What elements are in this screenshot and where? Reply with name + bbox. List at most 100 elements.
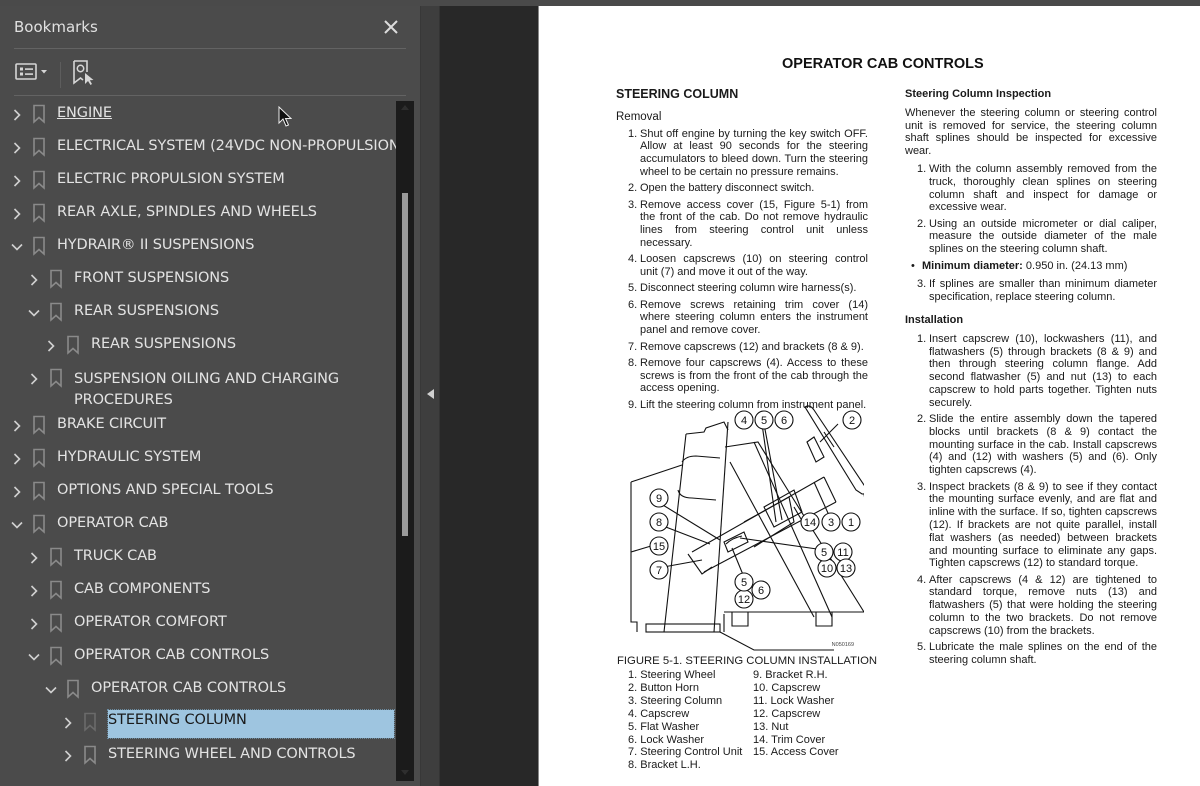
bookmark-item[interactable]: OPERATOR COMFORT <box>0 608 396 641</box>
chevron-right-icon[interactable] <box>61 716 75 730</box>
bookmark-label[interactable]: OPERATOR COMFORT <box>74 614 227 630</box>
bookmark-label[interactable]: OPERATOR CAB CONTROLS <box>91 680 286 696</box>
bookmark-item[interactable]: HYDRAIR® II SUSPENSIONS <box>0 231 396 264</box>
legend-item: 12. Capscrew <box>753 707 821 720</box>
chevron-down-icon[interactable] <box>27 306 41 320</box>
chevron-right-icon[interactable] <box>10 108 24 122</box>
callout-number: 11 <box>837 547 848 559</box>
bookmark-label[interactable]: ELECTRICAL SYSTEM (24VDC NON-PROPULSION) <box>57 138 396 154</box>
chevron-right-icon[interactable] <box>10 207 24 221</box>
inspection-steps-continued: 3. If splines are smaller than minimum di… <box>917 278 1157 304</box>
chevron-right-icon[interactable] <box>10 174 24 188</box>
options-menu-button[interactable] <box>14 58 52 86</box>
bookmark-item[interactable]: ELECTRICAL SYSTEM (24VDC NON-PROPULSION) <box>0 132 396 165</box>
bookmark-item[interactable]: OPERATOR CAB CONTROLS <box>0 674 396 707</box>
bookmark-label[interactable]: HYDRAULIC SYSTEM <box>57 449 201 465</box>
chevron-right-icon[interactable] <box>27 372 41 386</box>
bookmark-item[interactable]: CAB COMPONENTS <box>0 575 396 608</box>
bookmark-icon <box>84 712 96 732</box>
bookmark-item[interactable]: HYDRAULIC SYSTEM <box>0 443 396 476</box>
callout-number: 13 <box>840 563 852 575</box>
collapse-panel-arrow-icon[interactable] <box>427 389 434 399</box>
chevron-down-icon[interactable] <box>10 240 24 254</box>
step-item: 5. Disconnect steering column wire harnes… <box>628 282 868 295</box>
panel-splitter[interactable] <box>420 6 440 786</box>
chevron-right-icon[interactable] <box>10 141 24 155</box>
step-text: Open the battery disconnect switch. <box>640 182 815 195</box>
bookmark-item[interactable]: OPTIONS AND SPECIAL TOOLS <box>0 476 396 509</box>
chevron-right-icon[interactable] <box>27 617 41 631</box>
close-icon <box>384 20 398 34</box>
bookmark-label[interactable]: OPERATOR CAB <box>57 515 168 531</box>
bookmark-item[interactable]: BRAKE CIRCUIT <box>0 410 396 443</box>
figure-id: N050169 <box>831 642 854 648</box>
bookmark-label[interactable]: FRONT SUSPENSIONS <box>74 270 229 286</box>
chevron-right-icon[interactable] <box>27 584 41 598</box>
bookmark-item[interactable]: TRUCK CAB <box>0 542 396 575</box>
bookmark-label[interactable]: REAR SUSPENSIONS <box>74 303 219 319</box>
scrollbar-thumb[interactable] <box>402 193 408 536</box>
legend-item: 13. Nut <box>753 720 789 733</box>
bookmark-label[interactable]: REAR SUSPENSIONS <box>91 336 236 352</box>
bookmark-label[interactable]: STEERING WHEEL AND CONTROLS <box>108 746 356 762</box>
chevron-right-icon[interactable] <box>10 452 24 466</box>
bookmark-item[interactable]: ELECTRIC PROPULSION SYSTEM <box>0 165 396 198</box>
bookmark-item[interactable]: OPERATOR CAB CONTROLS <box>0 641 396 674</box>
step-text: Remove access cover (15, Figure 5-1) fro… <box>640 198 868 249</box>
bookmark-label[interactable]: OPTIONS AND SPECIAL TOOLS <box>57 482 274 498</box>
bookmark-item[interactable]: REAR AXLE, SPINDLES AND WHEELS <box>0 198 396 231</box>
step-item: 2. Slide the entire assembly down the tap… <box>917 413 1157 477</box>
bookmark-label[interactable]: SUSPENSION OILING AND CHARGING PROCEDURE… <box>74 369 374 411</box>
chevron-down-icon[interactable] <box>27 650 41 664</box>
step-item: 1. Shut off engine by turning the key swi… <box>628 128 868 179</box>
bookmark-label[interactable]: REAR AXLE, SPINDLES AND WHEELS <box>57 204 317 220</box>
close-panel-button[interactable] <box>380 16 402 38</box>
bookmark-item[interactable]: REAR SUSPENSIONS <box>0 297 396 330</box>
bookmark-icon <box>50 580 62 600</box>
bookmark-item[interactable]: REAR SUSPENSIONS <box>0 330 396 363</box>
bookmark-item[interactable]: OPERATOR CAB <box>0 509 396 542</box>
chevron-right-icon[interactable] <box>61 749 75 763</box>
chevron-down-icon[interactable] <box>44 683 58 697</box>
chevron-right-icon[interactable] <box>10 419 24 433</box>
bookmark-item[interactable]: SUSPENSION OILING AND CHARGING PROCEDURE… <box>0 363 396 410</box>
figure-caption: FIGURE 5-1. STEERING COLUMN INSTALLATION <box>617 655 878 667</box>
step-text: Remove capscrews (12) and brackets (8 & … <box>640 340 864 353</box>
bookmarks-scrollbar[interactable] <box>396 101 414 781</box>
chevron-right-icon[interactable] <box>27 551 41 565</box>
callout-number: 5 <box>741 577 747 589</box>
bookmark-icon <box>33 104 45 124</box>
callout-number: 7 <box>656 565 662 577</box>
chevron-right-icon[interactable] <box>44 339 58 353</box>
bookmark-label[interactable]: TRUCK CAB <box>74 548 157 564</box>
step-number: 8. <box>628 356 638 369</box>
step-number: 3. <box>628 198 638 211</box>
legend-item: 1. Steering Wheel <box>628 669 716 681</box>
bookmark-label[interactable]: CAB COMPONENTS <box>74 581 210 597</box>
bookmark-label[interactable]: HYDRAIR® II SUSPENSIONS <box>57 237 254 253</box>
chevron-right-icon[interactable] <box>27 273 41 287</box>
bookmark-label[interactable]: STEERING COLUMN <box>107 709 395 739</box>
step-number: 2. <box>917 413 927 426</box>
find-current-bookmark-button[interactable] <box>70 58 96 86</box>
scroll-down-arrow-icon[interactable] <box>401 770 409 775</box>
bookmark-label[interactable]: OPERATOR CAB CONTROLS <box>74 647 269 663</box>
bookmark-label[interactable]: BRAKE CIRCUIT <box>57 416 166 432</box>
callout-number: 5 <box>821 547 827 559</box>
step-item: 8. Remove four capscrews (4). Access to t… <box>628 357 868 395</box>
bookmark-item[interactable]: ENGINE <box>0 99 396 132</box>
removal-steps: 1. Shut off engine by turning the key swi… <box>628 128 868 412</box>
callout-number: 9 <box>656 493 662 505</box>
bookmark-item[interactable]: STEERING COLUMN <box>0 707 396 740</box>
panel-header: Bookmarks <box>14 16 406 46</box>
scroll-up-arrow-icon[interactable] <box>401 105 409 110</box>
chevron-right-icon[interactable] <box>10 485 24 499</box>
bookmark-item[interactable]: FRONT SUSPENSIONS <box>0 264 396 297</box>
bookmark-item[interactable]: STEERING WHEEL AND CONTROLS <box>0 740 396 773</box>
bookmark-label[interactable]: ELECTRIC PROPULSION SYSTEM <box>57 171 285 187</box>
bookmark-label[interactable]: ENGINE <box>57 105 112 121</box>
callout-number: 5 <box>761 415 767 427</box>
step-text: Remove screws retaining trim cover (14) … <box>640 298 868 337</box>
chevron-down-icon[interactable] <box>10 518 24 532</box>
callout-number: 6 <box>781 415 787 427</box>
